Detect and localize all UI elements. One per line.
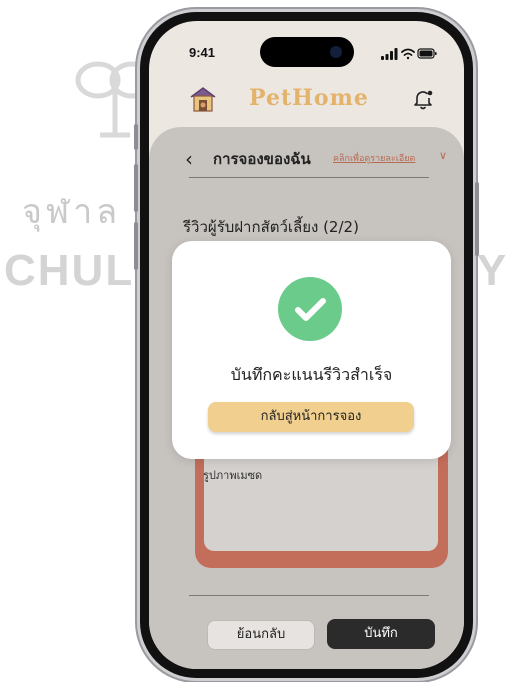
signal-icon <box>381 48 398 60</box>
battery-icon <box>417 48 437 59</box>
check-icon <box>295 298 326 321</box>
back-button[interactable]: ย้อนกลับ <box>207 620 315 650</box>
chevron-down-icon[interactable]: ∨ <box>439 149 447 162</box>
save-button[interactable]: บันทึก <box>327 619 435 649</box>
success-modal: บันทึกคะแนนรีวิวสำเร็จ กลับสู่หน้าการจอง <box>172 241 451 459</box>
divider <box>189 177 429 178</box>
camera-icon <box>330 46 342 58</box>
volume-down-button <box>134 222 138 270</box>
mute-switch <box>134 124 138 150</box>
volume-up-button <box>134 164 138 212</box>
view-details-link[interactable]: คลิกเพื่อดูรายละเอียด <box>333 151 415 165</box>
app-bar: PetHome <box>149 77 464 123</box>
status-icons <box>381 48 437 60</box>
back-icon[interactable]: ‹ <box>185 147 193 171</box>
section-title: รีวิวผู้รับฝากสัตว์เลี้ยง (2/2) <box>183 218 359 236</box>
logo-icon[interactable] <box>189 85 217 113</box>
success-badge <box>278 277 342 341</box>
photo-label: รูปภาพเมซด <box>203 469 263 482</box>
return-to-bookings-button[interactable]: กลับสู่หน้าการจอง <box>208 402 414 432</box>
wifi-icon <box>401 48 415 60</box>
divider <box>189 595 429 596</box>
power-button <box>475 182 479 256</box>
page-title: การจองของฉัน <box>213 150 311 168</box>
watermark-thai-text: จุฬาล <box>22 192 122 232</box>
success-message: บันทึกคะแนนรีวิวสำเร็จ <box>230 365 393 384</box>
status-bar: 9:41 <box>149 21 464 71</box>
dynamic-island <box>260 37 354 67</box>
brand-logo-text: PetHome <box>249 85 369 111</box>
bell-icon[interactable] <box>411 87 435 111</box>
status-time: 9:41 <box>189 45 216 60</box>
